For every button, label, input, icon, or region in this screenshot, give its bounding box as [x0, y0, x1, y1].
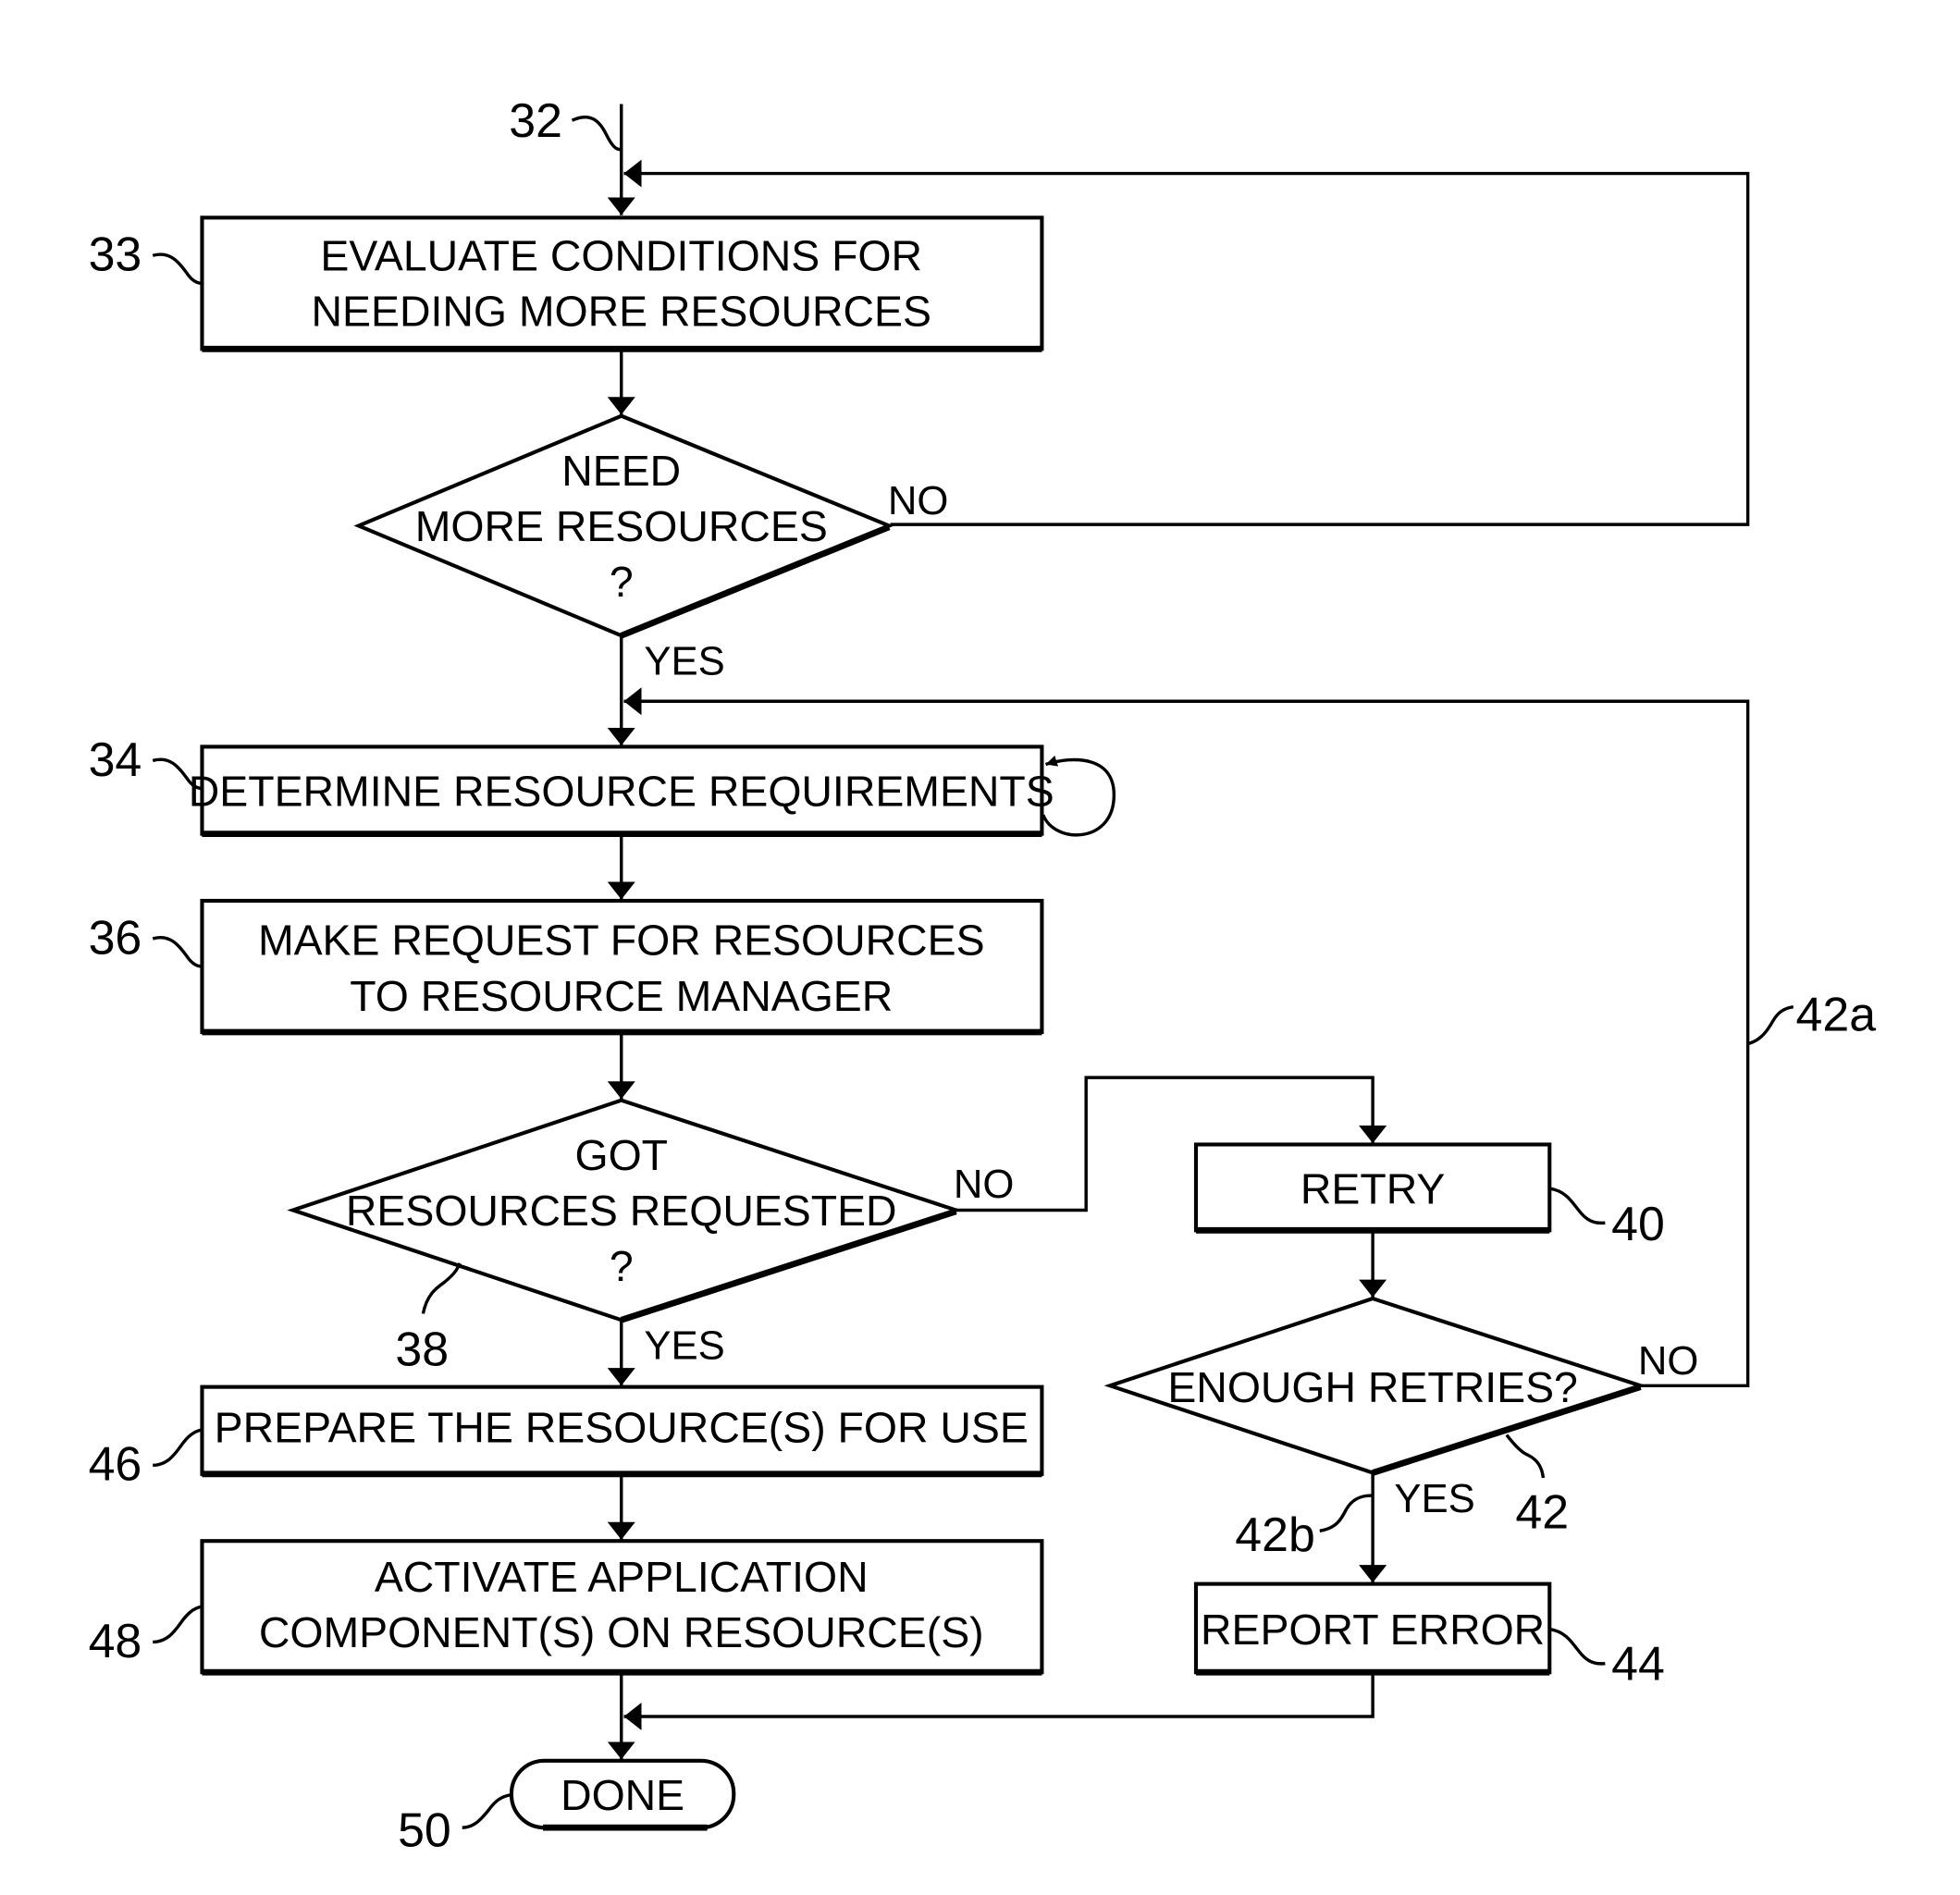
step-report-error-line-1: REPORT ERROR: [1201, 1606, 1545, 1654]
step-evaluate: EVALUATE CONDITIONS FOR NEEDING MORE RES…: [200, 215, 1044, 352]
decision-need-more-line-2: MORE RESOURCES: [415, 502, 828, 550]
decision-need-more: NEED MORE RESOURCES ? NO YES: [353, 413, 949, 684]
step-evaluate-line-2: NEEDING MORE RESOURCES: [312, 288, 931, 336]
step-prepare-line-1: PREPARE THE RESOURCE(S) FOR USE: [215, 1404, 1029, 1452]
step-evaluate-line-1: EVALUATE CONDITIONS FOR: [320, 232, 922, 280]
ref-40: 40: [1611, 1197, 1665, 1250]
step-prepare: PREPARE THE RESOURCE(S) FOR USE: [200, 1384, 1044, 1478]
ref-33: 33: [89, 228, 142, 281]
decision-need-more-line-1: NEED: [561, 447, 681, 495]
enough-no-label: NO: [1638, 1338, 1699, 1384]
ref-42b: 42b: [1235, 1507, 1315, 1561]
step-determine: DETERMINE RESOURCE REQUIREMENTS: [189, 744, 1054, 838]
ref-32: 32: [509, 93, 562, 147]
step-make-request-line-2: TO RESOURCE MANAGER: [350, 972, 893, 1020]
got-no-label: NO: [954, 1162, 1015, 1207]
step-activate-line-2: COMPONENT(S) ON RESOURCE(S): [259, 1608, 984, 1656]
ref-42: 42: [1515, 1485, 1569, 1539]
step-report-error: REPORT ERROR: [1193, 1581, 1552, 1676]
terminal-done-label: DONE: [561, 1771, 684, 1819]
ref-46: 46: [89, 1437, 142, 1491]
enough-yes-label: YES: [1394, 1476, 1474, 1521]
ref-42a: 42a: [1796, 988, 1877, 1041]
decision-need-more-line-3: ?: [610, 558, 634, 606]
ref-36: 36: [89, 910, 142, 964]
decision-enough-line-1: ENOUGH RETRIES?: [1167, 1363, 1578, 1411]
step-activate: ACTIVATE APPLICATION COMPONENT(S) ON RES…: [200, 1539, 1044, 1676]
step-activate-line-1: ACTIVATE APPLICATION: [375, 1553, 869, 1601]
ref-48: 48: [89, 1614, 142, 1667]
ref-34: 34: [89, 732, 142, 786]
step-make-request-line-1: MAKE REQUEST FOR RESOURCES: [258, 917, 985, 965]
need-more-yes-label: YES: [644, 639, 724, 684]
step-make-request: MAKE REQUEST FOR RESOURCES TO RESOURCE M…: [200, 898, 1044, 1036]
ref-38: 38: [395, 1322, 449, 1375]
arrow-report-to-done: [623, 1673, 1374, 1731]
ref-50: 50: [398, 1803, 451, 1857]
decision-got-line-2: RESOURCES REQUESTED: [346, 1187, 897, 1235]
step-determine-line-1: DETERMINE RESOURCE REQUIREMENTS: [189, 768, 1054, 816]
decision-enough-retries: ENOUGH RETRIES? NO YES: [1103, 1296, 1699, 1521]
terminal-done: DONE: [509, 1758, 736, 1831]
got-yes-label: YES: [644, 1323, 724, 1369]
decision-got-line-1: GOT: [574, 1131, 668, 1179]
flowchart: EVALUATE CONDITIONS FOR NEEDING MORE RES…: [89, 93, 1877, 1857]
step-retry: RETRY: [1193, 1142, 1552, 1234]
decision-got-line-3: ?: [610, 1242, 634, 1290]
need-more-no-label: NO: [888, 478, 949, 523]
step-retry-line-1: RETRY: [1301, 1165, 1445, 1213]
ref-44: 44: [1611, 1636, 1665, 1690]
